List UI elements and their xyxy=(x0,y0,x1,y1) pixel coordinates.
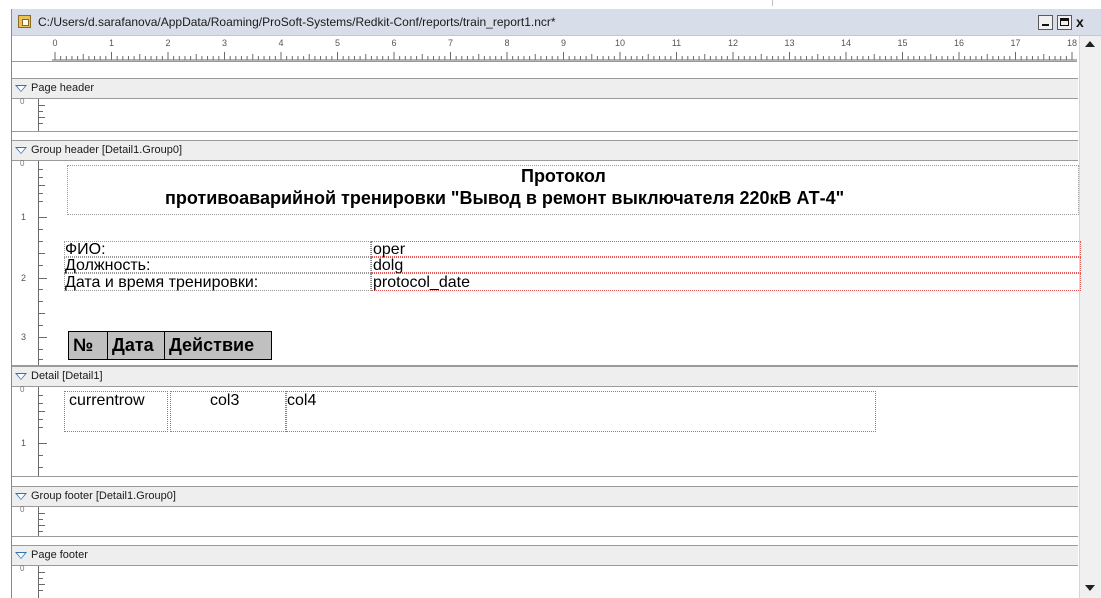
ruler-number: 12 xyxy=(727,38,739,48)
ruler-number: 14 xyxy=(840,38,852,48)
band-label: Page header xyxy=(31,82,94,94)
ruler-number: 0 xyxy=(20,97,25,106)
ruler-number: 16 xyxy=(953,38,965,48)
band-page-footer[interactable]: 0 xyxy=(12,564,1078,598)
report-file-icon xyxy=(18,15,31,28)
ruler-number: 7 xyxy=(447,38,454,48)
vertical-ruler: 0 1 2 3 xyxy=(12,159,52,365)
collapse-triangle-icon[interactable] xyxy=(15,552,27,559)
field-value-protocol-date: protocol_date xyxy=(373,274,470,291)
ruler-number: 2 xyxy=(21,273,27,283)
band-group-footer[interactable]: 0 xyxy=(12,505,1078,537)
ruler-number: 2 xyxy=(165,38,171,48)
ruler-ticks xyxy=(52,52,1077,61)
column-header-row: № Дата Действие xyxy=(68,331,272,360)
maximize-button[interactable] xyxy=(1057,15,1072,30)
vertical-ruler: 0 xyxy=(12,564,52,598)
band-page-header[interactable]: 0 xyxy=(12,97,1078,132)
scroll-up-arrow-icon[interactable] xyxy=(1085,41,1095,47)
ruler-number: 17 xyxy=(1010,38,1021,48)
column-header-number[interactable]: № xyxy=(68,331,108,360)
band-label: Group header [Detail1.Group0] xyxy=(31,144,183,156)
column-header-action[interactable]: Действие xyxy=(164,331,272,360)
ruler-number: 3 xyxy=(221,38,228,48)
collapse-triangle-icon[interactable] xyxy=(15,493,27,500)
horizontal-ruler: 0 1 2 3 4 5 6 7 8 9 10 11 12 13 14 15 16 17 18 xyxy=(12,36,1077,62)
ruler-number: 13 xyxy=(784,38,795,48)
window-title: C:/Users/d.sarafanova/AppData/Roaming/Pr… xyxy=(38,15,556,29)
ruler-number: 11 xyxy=(671,38,682,48)
band-header-page-header[interactable]: Page header xyxy=(12,78,1078,99)
close-button[interactable]: x xyxy=(1076,14,1092,30)
collapse-triangle-icon[interactable] xyxy=(15,85,27,92)
ruler-number: 4 xyxy=(278,38,284,48)
ruler-number: 8 xyxy=(504,38,510,48)
field-value-box[interactable] xyxy=(371,273,1081,291)
detail-cell-col3: col3 xyxy=(210,392,240,409)
ruler-number: 3 xyxy=(21,332,27,342)
band-detail[interactable]: 0 1 currentrow col3 col4 xyxy=(12,385,1078,477)
band-header-detail[interactable]: Detail [Detail1] xyxy=(12,366,1078,387)
vertical-ruler: 0 xyxy=(12,505,52,536)
ruler-number: 10 xyxy=(614,38,626,48)
title-bar[interactable]: C:/Users/d.sarafanova/AppData/Roaming/Pr… xyxy=(12,9,1101,36)
ruler-number: 0 xyxy=(20,564,25,573)
report-designer-window: C:/Users/d.sarafanova/AppData/Roaming/Pr… xyxy=(11,9,1101,598)
detail-cell[interactable] xyxy=(286,391,876,432)
report-title-line1: Протокол xyxy=(521,166,606,186)
ruler-number: 0 xyxy=(52,38,58,48)
top-strip xyxy=(0,0,1101,8)
ruler-number: 0 xyxy=(20,505,25,514)
detail-cell-currentrow: currentrow xyxy=(69,392,145,409)
ruler-number: 6 xyxy=(391,38,397,48)
field-value-box[interactable] xyxy=(371,241,1081,257)
band-group-header[interactable]: 0 1 2 3 Протокол противоаварийной тренир… xyxy=(12,159,1081,366)
column-header-date[interactable]: Дата xyxy=(107,331,165,360)
vertical-scrollbar[interactable] xyxy=(1079,36,1101,598)
ruler-number: 18 xyxy=(1066,38,1077,48)
band-label: Page footer xyxy=(31,549,88,561)
field-label-training-date: Дата и время тренировки: xyxy=(65,274,259,291)
scroll-down-arrow-icon[interactable] xyxy=(1085,585,1095,591)
collapse-triangle-icon[interactable] xyxy=(15,373,27,380)
band-header-group-footer[interactable]: Group footer [Detail1.Group0] xyxy=(12,486,1078,507)
ruler-number: 15 xyxy=(897,38,908,48)
ruler-number: 9 xyxy=(560,38,567,48)
report-title-line2: противоаварийной тренировки "Вывод в рем… xyxy=(165,188,845,208)
vertical-ruler: 0 xyxy=(12,97,52,131)
field-label-box[interactable] xyxy=(64,241,371,257)
field-value-box[interactable] xyxy=(371,257,1081,273)
band-label: Detail [Detail1] xyxy=(31,370,103,382)
ruler-number: 1 xyxy=(21,212,27,222)
ruler-number: 0 xyxy=(20,385,25,394)
collapse-triangle-icon[interactable] xyxy=(15,147,27,154)
ruler-number: 5 xyxy=(334,38,341,48)
vertical-ruler: 0 1 xyxy=(12,385,52,476)
band-header-group-header[interactable]: Group header [Detail1.Group0] xyxy=(12,140,1078,161)
ruler-number: 0 xyxy=(20,159,25,168)
ruler-number: 1 xyxy=(21,438,27,448)
ruler-number: 1 xyxy=(108,38,115,48)
band-header-page-footer[interactable]: Page footer xyxy=(12,545,1078,566)
detail-cell-col4: col4 xyxy=(287,392,317,409)
band-label: Group footer [Detail1.Group0] xyxy=(31,490,176,502)
minimize-button[interactable] xyxy=(1038,15,1053,30)
